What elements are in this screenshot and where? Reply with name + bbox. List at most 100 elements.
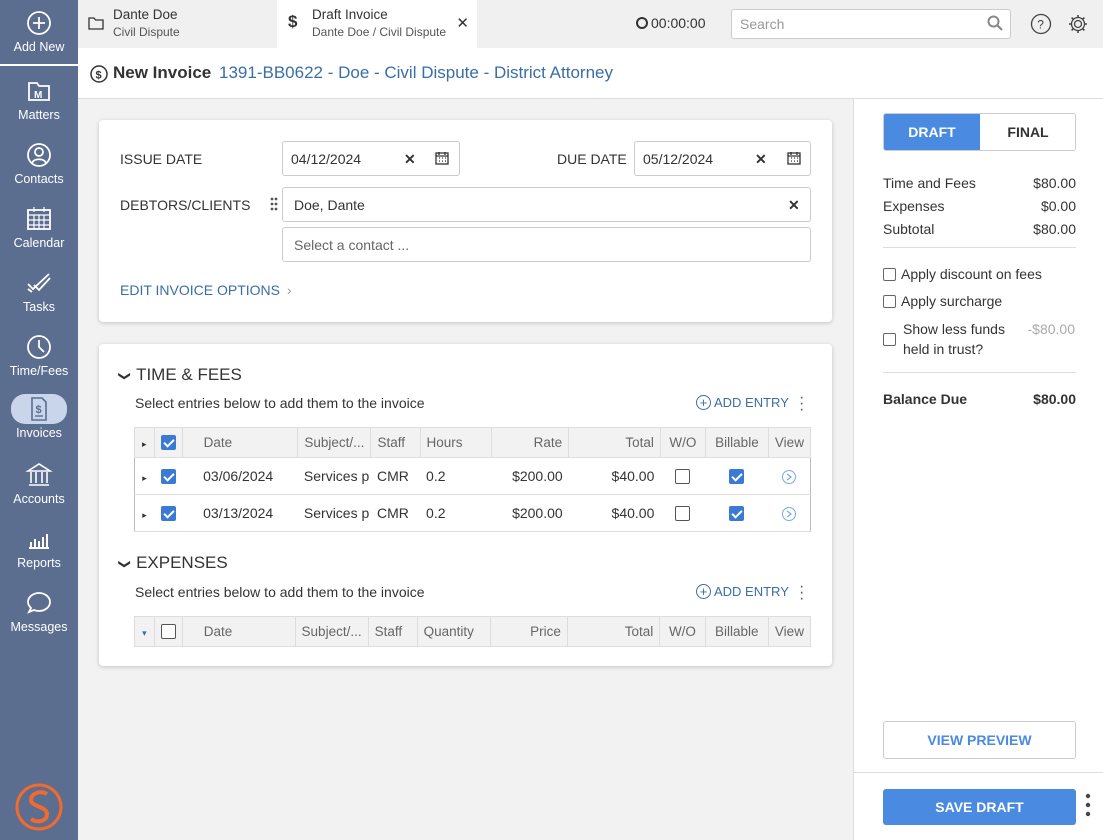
final-toggle-button[interactable]: FINAL xyxy=(980,114,1075,150)
column-header-view[interactable]: View xyxy=(767,616,812,647)
column-header-total[interactable]: Total xyxy=(568,427,661,458)
column-header-quantity[interactable]: Quantity xyxy=(416,616,492,647)
sidebar-item-messages[interactable]: Messages xyxy=(0,588,78,650)
sidebar-item-matters[interactable]: M Matters xyxy=(0,76,78,138)
tab-draft-invoice[interactable]: $ Draft Invoice Dante Doe / Civil Disput… xyxy=(277,0,477,48)
sidebar-item-tasks[interactable]: Tasks xyxy=(0,268,78,330)
column-header-subject[interactable]: Subject/... xyxy=(297,427,372,458)
save-draft-button[interactable]: SAVE DRAFT xyxy=(883,789,1076,825)
add-expense-entry-button[interactable]: + ADD ENTRY xyxy=(696,584,789,599)
tasks-icon xyxy=(24,268,54,298)
search-icon[interactable] xyxy=(987,15,1003,31)
tab-dante-doe[interactable]: Dante Doe Civil Dispute xyxy=(78,0,277,48)
drag-handle-icon[interactable] xyxy=(270,197,278,211)
due-date-field[interactable]: 05/12/2024 ✕ xyxy=(634,141,811,176)
column-header-staff[interactable]: Staff xyxy=(367,616,418,647)
time-fees-section-toggle[interactable]: ❯ TIME & FEES xyxy=(118,365,242,385)
collapse-all-icon[interactable]: ▾ xyxy=(134,616,155,647)
chevron-down-icon: ❯ xyxy=(118,558,133,570)
contact-select[interactable]: Select a contact ... xyxy=(282,227,811,262)
sidebar-item-label: Reports xyxy=(17,556,61,570)
sidebar-divider xyxy=(0,64,78,66)
gear-icon[interactable] xyxy=(1067,13,1089,35)
issue-date-value: 04/12/2024 xyxy=(291,151,362,167)
view-preview-button[interactable]: VIEW PREVIEW xyxy=(883,721,1076,759)
select-all-checkbox[interactable] xyxy=(153,616,183,647)
expand-row-icon[interactable]: ▸ xyxy=(134,494,155,532)
svg-text:?: ? xyxy=(1037,18,1044,32)
sidebar-item-calendar[interactable]: Calendar xyxy=(0,204,78,266)
chat-bubble-icon xyxy=(24,588,54,618)
table-row[interactable]: ▸ 03/13/2024 Services p CMR 0.2 $200.00 … xyxy=(134,494,811,532)
sidebar-item-contacts[interactable]: Contacts xyxy=(0,140,78,202)
expand-all-icon[interactable]: ▸ xyxy=(134,427,155,458)
edit-invoice-options-link[interactable]: EDIT INVOICE OPTIONS › xyxy=(120,282,292,298)
matter-link[interactable]: 1391-BB0622 - Doe - Civil Dispute - Dist… xyxy=(219,63,613,82)
issue-date-field[interactable]: 04/12/2024 ✕ xyxy=(282,141,460,176)
row-select-checkbox[interactable] xyxy=(154,457,183,495)
add-new-button[interactable]: Add New xyxy=(0,8,78,70)
trust-funds-checkbox[interactable]: Show less funds held in trust? xyxy=(883,321,1005,357)
clear-icon[interactable]: ✕ xyxy=(404,151,416,168)
draft-toggle-button[interactable]: DRAFT xyxy=(884,114,980,150)
sidebar-item-label: Calendar xyxy=(13,236,65,250)
cell-total: $40.00 xyxy=(568,457,661,495)
apply-discount-checkbox[interactable]: Apply discount on fees xyxy=(883,266,1042,282)
view-entry-icon[interactable] xyxy=(768,457,811,495)
more-options-icon[interactable]: · · · xyxy=(799,579,805,607)
timer[interactable]: 00:00:00 xyxy=(636,15,706,31)
cell-rate: $200.00 xyxy=(491,457,569,495)
remove-debtor-icon[interactable]: ✕ xyxy=(788,197,800,214)
select-all-checkbox[interactable] xyxy=(153,427,183,458)
help-icon[interactable]: ? xyxy=(1030,13,1052,35)
more-options-icon[interactable]: · · · xyxy=(799,390,805,418)
expenses-label: Expenses xyxy=(883,198,945,214)
cell-subject: Services p xyxy=(297,494,371,532)
matters-icon: M xyxy=(24,76,54,106)
calendar-icon[interactable] xyxy=(787,151,801,165)
column-header-date[interactable]: Date xyxy=(181,427,299,458)
column-header-billable[interactable]: Billable xyxy=(704,427,769,458)
row-select-checkbox[interactable] xyxy=(154,494,183,532)
bank-icon xyxy=(24,460,54,490)
cell-date: 03/06/2024 xyxy=(182,457,298,495)
column-header-wo[interactable]: W/O xyxy=(659,616,706,647)
close-icon[interactable]: ✕ xyxy=(456,14,469,32)
timer-value: 00:00:00 xyxy=(651,15,706,31)
table-row[interactable]: ▸ 03/06/2024 Services p CMR 0.2 $200.00 … xyxy=(134,457,811,495)
expand-row-icon[interactable]: ▸ xyxy=(134,457,155,495)
add-time-entry-button[interactable]: + ADD ENTRY xyxy=(696,395,789,410)
balance-due: Balance Due $80.00 xyxy=(883,391,1076,407)
write-off-checkbox[interactable] xyxy=(660,494,706,532)
apply-surcharge-checkbox[interactable]: Apply surcharge xyxy=(883,293,1002,309)
billable-checkbox[interactable] xyxy=(705,457,769,495)
sidebar-item-time-fees[interactable]: Time/Fees xyxy=(0,332,78,394)
search-input[interactable] xyxy=(731,9,1011,39)
expenses-section-toggle[interactable]: ❯ EXPENSES xyxy=(118,553,228,573)
column-header-staff[interactable]: Staff xyxy=(370,427,421,458)
cell-staff: CMR xyxy=(370,457,421,495)
calendar-icon[interactable] xyxy=(435,151,449,165)
more-options-icon[interactable] xyxy=(1085,793,1091,819)
sidebar-item-invoices[interactable]: $ Invoices xyxy=(0,394,78,456)
expenses-subtitle: Select entries below to add them to the … xyxy=(135,584,425,600)
column-header-price[interactable]: Price xyxy=(490,616,568,647)
debtor-field[interactable]: Doe, Dante ✕ xyxy=(282,187,811,222)
sidebar-item-reports[interactable]: Reports xyxy=(0,524,78,586)
view-entry-icon[interactable] xyxy=(768,494,811,532)
write-off-checkbox[interactable] xyxy=(660,457,706,495)
column-header-billable[interactable]: Billable xyxy=(704,616,769,647)
column-header-subject[interactable]: Subject/... xyxy=(294,616,369,647)
edit-options-label: EDIT INVOICE OPTIONS xyxy=(120,282,280,298)
column-header-total[interactable]: Total xyxy=(566,616,661,647)
tab-title: Dante Doe xyxy=(113,7,178,22)
sidebar-item-accounts[interactable]: Accounts xyxy=(0,460,78,522)
column-header-date[interactable]: Date xyxy=(181,616,296,647)
column-header-wo[interactable]: W/O xyxy=(659,427,706,458)
clear-icon[interactable]: ✕ xyxy=(755,151,767,168)
billable-checkbox[interactable] xyxy=(705,494,769,532)
column-header-view[interactable]: View xyxy=(767,427,812,458)
plus-circle-icon xyxy=(24,8,54,38)
column-header-hours[interactable]: Hours xyxy=(419,427,492,458)
column-header-rate[interactable]: Rate xyxy=(490,427,570,458)
